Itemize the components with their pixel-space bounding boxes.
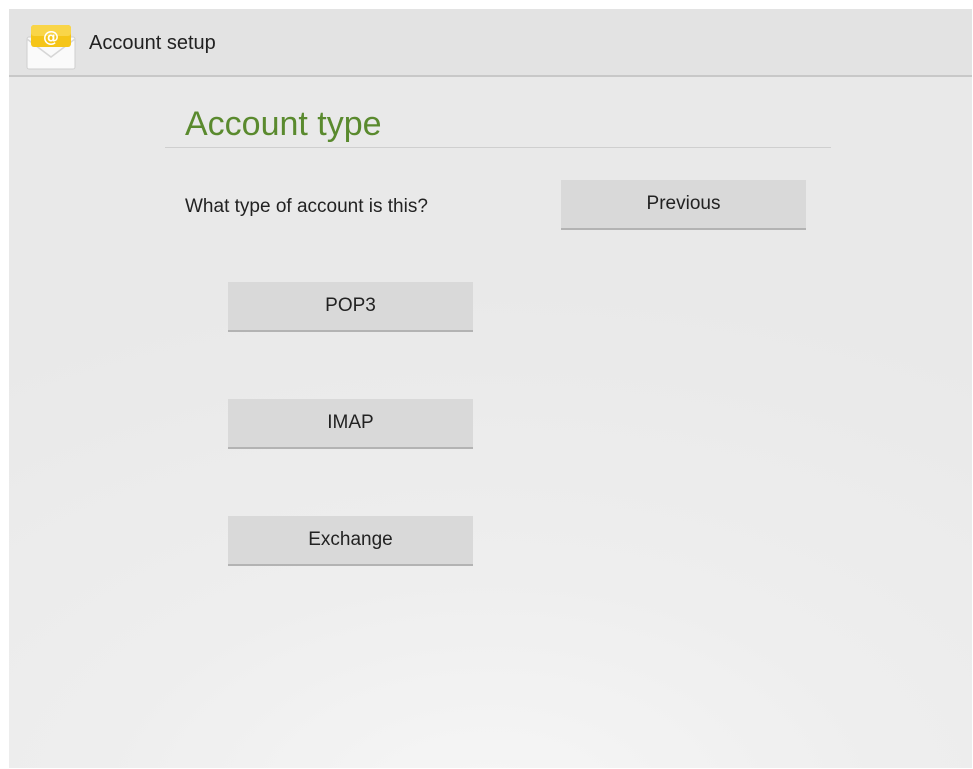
exchange-button[interactable]: Exchange: [228, 516, 473, 566]
action-bar: @ Account setup: [9, 9, 972, 77]
pop3-button[interactable]: POP3: [228, 282, 473, 332]
previous-button[interactable]: Previous: [561, 180, 806, 230]
svg-text:@: @: [43, 27, 59, 46]
imap-button[interactable]: IMAP: [228, 399, 473, 449]
app-window: @ Account setup Account type What type o…: [9, 9, 972, 768]
heading-divider: [165, 147, 831, 148]
account-type-question: What type of account is this?: [185, 196, 428, 217]
app-title: Account setup: [89, 32, 216, 54]
page-title: Account type: [185, 105, 382, 143]
email-envelope-icon[interactable]: @: [25, 23, 77, 71]
